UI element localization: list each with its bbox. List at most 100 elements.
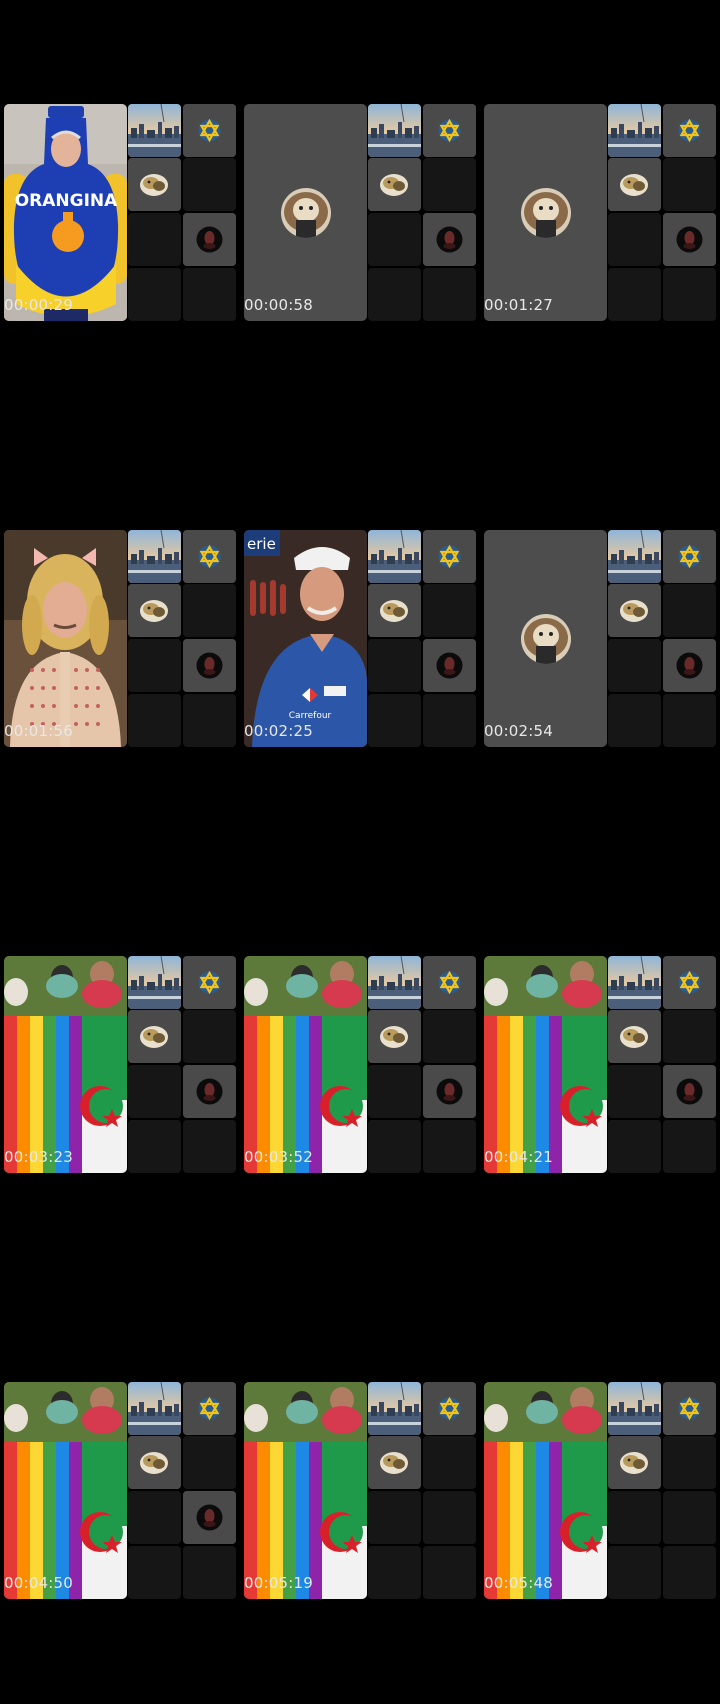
participant-tile-empty xyxy=(183,1436,236,1489)
participant-tile-empty xyxy=(128,1491,181,1544)
participant-tile-empty xyxy=(663,584,716,637)
main-video-tile xyxy=(4,530,127,747)
participant-grid xyxy=(368,530,476,747)
main-video-tile xyxy=(244,956,367,1173)
video-frame-9[interactable]: 00:04:21 xyxy=(480,852,720,1278)
participant-tile-medallion xyxy=(608,158,661,211)
participant-tile-empty xyxy=(608,1546,661,1599)
star-of-david-icon xyxy=(423,956,476,1009)
participant-tile-empty xyxy=(608,1491,661,1544)
participant-tile-medallion xyxy=(608,1010,661,1063)
video-frame-8[interactable]: 00:03:52 xyxy=(240,852,480,1278)
dark-avatar-icon xyxy=(423,1065,476,1118)
participant-tile-empty xyxy=(128,1065,181,1118)
video-frame-12[interactable]: 00:05:48 xyxy=(480,1278,720,1704)
frame-timestamp: 00:00:58 xyxy=(244,296,313,314)
video-frame-6[interactable]: 00:02:54 xyxy=(480,426,720,852)
main-video-tile xyxy=(484,530,607,747)
participant-tile-medallion xyxy=(368,1010,421,1063)
video-frame-1[interactable]: ORANGINA 00:00:29 xyxy=(0,0,240,426)
participant-tile-empty xyxy=(423,158,476,211)
participant-tile-medallion xyxy=(128,584,181,637)
participant-tile-empty xyxy=(368,1491,421,1544)
participant-tile-city xyxy=(128,956,181,1009)
main-video-tile: erie Carrefour xyxy=(244,530,367,747)
main-video-tile xyxy=(244,104,367,321)
main-video-tile xyxy=(484,956,607,1173)
dark-avatar-icon xyxy=(663,639,716,692)
participant-tile-empty xyxy=(423,584,476,637)
dark-avatar-icon xyxy=(663,1065,716,1118)
participant-grid xyxy=(608,530,716,747)
video-frame-11[interactable]: 00:05:19 xyxy=(240,1278,480,1704)
participant-tile-empty xyxy=(423,1010,476,1063)
video-frame-7[interactable]: 00:03:23 xyxy=(0,852,240,1278)
video-frame-2[interactable]: 00:00:58 xyxy=(240,0,480,426)
participant-tile-medallion xyxy=(608,584,661,637)
star-of-david-icon xyxy=(183,104,236,157)
main-video-tile xyxy=(244,1382,367,1599)
main-video-tile xyxy=(4,1382,127,1599)
participant-grid xyxy=(368,104,476,321)
video-frame-10[interactable]: 00:04:50 xyxy=(0,1278,240,1704)
participant-grid xyxy=(128,530,236,747)
participant-tile-medallion xyxy=(128,158,181,211)
svg-text:ORANGINA: ORANGINA xyxy=(15,191,118,211)
frame-timestamp: 00:05:19 xyxy=(244,1574,313,1592)
participant-tile-empty xyxy=(608,639,661,692)
star-of-david-icon xyxy=(663,104,716,157)
svg-text:erie: erie xyxy=(247,535,276,553)
participant-tile-empty xyxy=(128,1546,181,1599)
participant-tile-medallion xyxy=(368,158,421,211)
participant-tile-empty xyxy=(663,1491,716,1544)
participant-tile-empty xyxy=(608,694,661,747)
star-of-david-icon xyxy=(183,1382,236,1435)
participant-grid xyxy=(128,1382,236,1599)
participant-tile-empty xyxy=(423,1546,476,1599)
participant-tile-empty xyxy=(183,268,236,321)
dark-avatar-icon xyxy=(183,213,236,266)
frame-timestamp: 00:00:29 xyxy=(4,296,73,314)
participant-tile-city xyxy=(128,1382,181,1435)
frame-timestamp: 00:02:54 xyxy=(484,722,553,740)
dark-avatar-icon xyxy=(663,213,716,266)
participant-tile-city xyxy=(368,530,421,583)
star-of-david-icon xyxy=(423,530,476,583)
participant-tile-empty xyxy=(128,213,181,266)
participant-grid xyxy=(608,956,716,1173)
participant-grid xyxy=(608,104,716,321)
main-video-tile: ORANGINA xyxy=(4,104,127,321)
participant-tile-empty xyxy=(663,158,716,211)
participant-tile-empty xyxy=(128,1120,181,1173)
video-frame-4[interactable]: 00:01:56 xyxy=(0,426,240,852)
frame-timestamp: 00:03:23 xyxy=(4,1148,73,1166)
participant-tile-empty xyxy=(368,694,421,747)
star-of-david-icon xyxy=(423,1382,476,1435)
participant-tile-empty xyxy=(183,694,236,747)
dark-avatar-icon xyxy=(423,213,476,266)
participant-tile-empty xyxy=(423,1436,476,1489)
participant-tile-city xyxy=(368,956,421,1009)
participant-tile-empty xyxy=(128,639,181,692)
participant-tile-empty xyxy=(183,1120,236,1173)
dark-avatar-icon xyxy=(423,639,476,692)
participant-grid xyxy=(368,1382,476,1599)
video-frame-5[interactable]: erie Carrefour 00:02:25 xyxy=(240,426,480,852)
video-frame-3[interactable]: 00:01:27 xyxy=(480,0,720,426)
star-of-david-icon xyxy=(663,1382,716,1435)
participant-grid xyxy=(368,956,476,1173)
main-video-tile xyxy=(484,104,607,321)
participant-tile-empty xyxy=(368,1546,421,1599)
star-of-david-icon xyxy=(183,530,236,583)
participant-tile-empty xyxy=(368,213,421,266)
participant-tile-empty xyxy=(368,1120,421,1173)
participant-tile-empty xyxy=(423,1120,476,1173)
participant-tile-empty xyxy=(368,639,421,692)
participant-tile-medallion xyxy=(128,1010,181,1063)
participant-tile-empty xyxy=(423,1491,476,1544)
participant-tile-empty xyxy=(423,268,476,321)
frame-timestamp: 00:04:21 xyxy=(484,1148,553,1166)
participant-tile-medallion xyxy=(608,1436,661,1489)
participant-tile-city xyxy=(128,530,181,583)
star-of-david-icon xyxy=(423,104,476,157)
